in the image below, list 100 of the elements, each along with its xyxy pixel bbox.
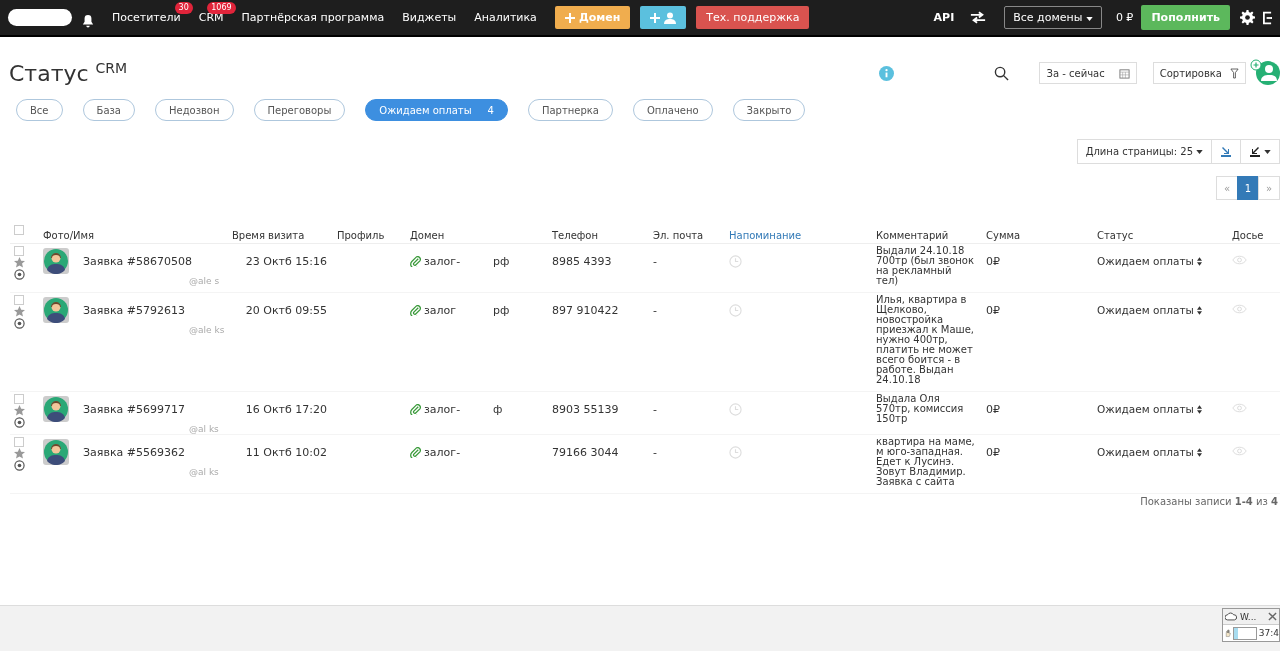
domain-name: залог <box>424 304 458 317</box>
export-button[interactable] <box>1240 139 1280 164</box>
nav-link[interactable]: Партнёрская программа <box>241 11 385 24</box>
column-header: Домен <box>410 229 445 241</box>
domain-name: залог- <box>424 403 462 416</box>
nav-link[interactable]: Виджеты <box>402 11 457 24</box>
add-user-button[interactable] <box>640 6 687 29</box>
user-handle: @al ks <box>189 467 220 477</box>
paperclip-icon <box>410 305 421 316</box>
caret-icon <box>1264 149 1271 154</box>
target-icon[interactable] <box>14 269 25 280</box>
lead-name-link[interactable]: Заявка #5699717 <box>83 402 185 416</box>
status-dropdown[interactable]: Ожидаем оплаты <box>1097 304 1202 316</box>
status-filter-tab[interactable]: Все <box>16 99 63 121</box>
api-link[interactable]: API <box>933 11 955 24</box>
domains-dropdown[interactable]: Все домены <box>1004 6 1102 29</box>
row-checkbox[interactable] <box>14 394 24 404</box>
amount: 0₽ <box>986 255 1000 268</box>
search-icon[interactable] <box>994 65 1010 81</box>
calendar-icon <box>1118 67 1130 79</box>
status-filter-tab[interactable]: Закрыто <box>732 99 806 121</box>
email-value: - <box>653 446 657 459</box>
info-icon[interactable] <box>879 65 895 81</box>
import-button[interactable] <box>1211 139 1241 164</box>
target-icon[interactable] <box>14 460 25 471</box>
status-filter-tab[interactable]: Оплачено <box>632 99 713 121</box>
swap-arrows-icon[interactable] <box>970 11 987 24</box>
add-user-icon[interactable] <box>1250 59 1280 87</box>
export-icon <box>1249 145 1261 158</box>
email-value: - <box>653 403 657 416</box>
close-icon[interactable] <box>1268 612 1277 621</box>
count-badge: 1069 <box>207 2 236 14</box>
lead-name-link[interactable]: Заявка #58670508 <box>83 254 192 268</box>
sort-caret-icon <box>1196 256 1202 266</box>
lead-name-link[interactable]: Заявка #5792613 <box>83 303 185 317</box>
paperclip-icon <box>410 404 421 415</box>
plus-icon <box>564 12 575 23</box>
records-info: Показаны записи 1-4 из 4 <box>1140 496 1278 507</box>
plus-icon <box>650 12 661 23</box>
column-header: Статус <box>1097 229 1134 241</box>
status-filter-tab[interactable]: База <box>82 99 135 121</box>
status-filter-tab[interactable]: Переговоры <box>253 99 346 121</box>
user-handle: @ale s <box>189 276 221 286</box>
nav-link[interactable]: Посетители <box>112 11 181 24</box>
lead-name-link[interactable]: Заявка #5569362 <box>83 445 185 459</box>
comment-text: квартира на маме, м юго-западная. Едет к Лусинэ. Зовут Владимир. Заявка с сайта <box>876 437 976 487</box>
caret-icon <box>1196 149 1203 154</box>
amount: 0₽ <box>986 446 1000 459</box>
paperclip-icon <box>410 447 421 458</box>
column-header: Эл. почта <box>653 229 704 241</box>
comment-text: Выдали 24.10.18 700тр (был звонок на рекламный тел) <box>876 246 975 286</box>
user-handle: @ale ks <box>189 325 226 335</box>
visit-time: 20 Октб 09:55 <box>245 304 327 317</box>
phone-number: 79166 3044 <box>552 446 619 459</box>
page-length-dropdown[interactable]: Длина страницы: 25 <box>1076 139 1212 164</box>
support-button[interactable]: Тех. поддержка <box>696 6 810 29</box>
column-header[interactable]: Напоминание <box>729 229 802 241</box>
phone-number: 8985 4393 <box>552 255 612 268</box>
cloud-icon <box>1225 612 1237 621</box>
timer: 37:4 <box>1258 628 1279 638</box>
column-header: Сумма <box>986 229 1021 241</box>
domain-name: залог- <box>424 255 462 268</box>
user-handle: @al ks <box>189 424 220 434</box>
target-icon[interactable] <box>14 318 25 329</box>
email-value: - <box>653 255 657 268</box>
status-filter-tab[interactable]: Партнерка <box>527 99 613 121</box>
settings-icon[interactable] <box>1240 10 1255 25</box>
logout-icon[interactable] <box>1263 10 1272 25</box>
status-dropdown[interactable]: Ожидаем оплаты <box>1097 403 1202 415</box>
select-all-checkbox[interactable] <box>14 224 24 235</box>
domain-zone: ф <box>493 403 503 416</box>
star-icon[interactable] <box>14 257 25 268</box>
status-filter-tab[interactable]: Недозвон <box>154 99 234 121</box>
paperclip-icon <box>410 256 421 267</box>
domain-name: залог- <box>424 446 462 459</box>
sort-caret-icon <box>1196 404 1202 414</box>
row-checkbox[interactable] <box>14 295 24 305</box>
visit-time: 23 Октб 15:16 <box>245 255 327 268</box>
avatar-icon <box>43 396 69 422</box>
bell-icon[interactable] <box>82 13 94 28</box>
domain-zone: рф <box>493 304 510 317</box>
status-dropdown[interactable]: Ожидаем оплаты <box>1097 255 1202 267</box>
star-icon[interactable] <box>14 405 25 416</box>
sort-caret-icon <box>1196 305 1202 315</box>
logo[interactable] <box>8 9 72 26</box>
sort-button[interactable]: Сортировка <box>1152 62 1246 84</box>
star-icon[interactable] <box>14 306 25 317</box>
period-button[interactable]: За - сейчас <box>1039 62 1137 84</box>
user-icon <box>664 11 677 24</box>
star-icon[interactable] <box>14 448 25 459</box>
phone-number: 8903 55139 <box>552 403 619 416</box>
target-icon[interactable] <box>14 417 25 428</box>
page-button[interactable]: 1 <box>1237 176 1259 200</box>
row-checkbox[interactable] <box>14 246 24 256</box>
balance: 0 ₽ <box>1115 11 1134 24</box>
row-checkbox[interactable] <box>14 437 24 447</box>
nav-link[interactable]: CRM <box>198 11 224 24</box>
status-dropdown[interactable]: Ожидаем оплаты <box>1097 446 1202 458</box>
nav-link[interactable]: Аналитика <box>474 11 537 24</box>
column-header: Телефон <box>552 229 598 241</box>
